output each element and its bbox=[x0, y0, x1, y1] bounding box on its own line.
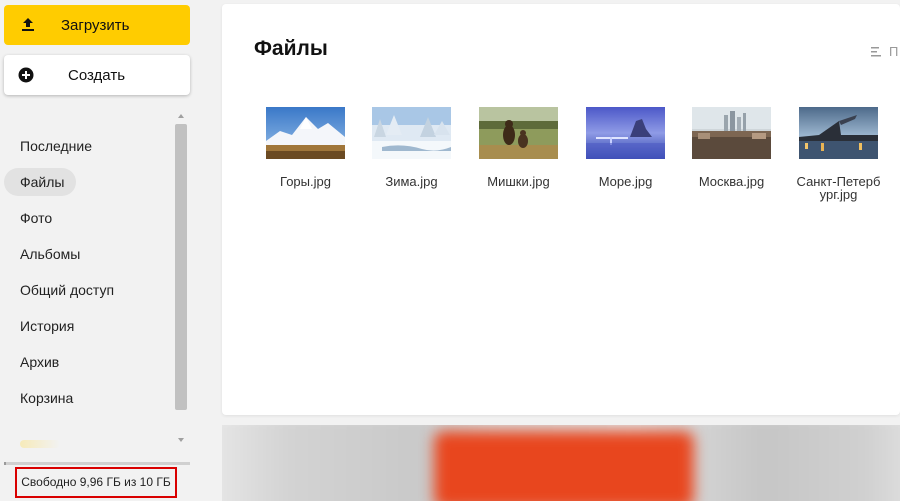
faded-promo-item bbox=[20, 440, 60, 448]
sidebar-item-history[interactable]: История bbox=[4, 312, 86, 340]
image-thumbnail bbox=[479, 107, 558, 159]
storage-progress-fill bbox=[4, 462, 6, 465]
image-thumbnail bbox=[799, 107, 878, 159]
sidebar-item-shared[interactable]: Общий доступ bbox=[4, 276, 126, 304]
banner-highlight bbox=[434, 431, 694, 501]
image-thumbnail bbox=[692, 107, 771, 159]
triangle-down-icon[interactable] bbox=[177, 436, 185, 444]
file-name: Зима.jpg bbox=[385, 174, 438, 189]
sidebar-item-trash[interactable]: Корзина bbox=[4, 384, 85, 412]
scrollbar-thumb[interactable] bbox=[175, 124, 187, 410]
sidebar-item-recent[interactable]: Последние bbox=[4, 132, 104, 160]
file-grid: Горы.jpg Зима.jpg Мишки.jpg Море.jpg Мос… bbox=[258, 107, 900, 217]
sort-label: П bbox=[889, 44, 899, 59]
file-name: Москва.jpg bbox=[698, 174, 765, 189]
file-name: Санкт-Петерб ург.jpg bbox=[796, 174, 881, 202]
create-button-label: Создать bbox=[68, 67, 126, 84]
image-thumbnail bbox=[586, 107, 665, 159]
storage-info[interactable]: Свободно 9,96 ГБ из 10 ГБ bbox=[15, 467, 177, 498]
file-name: Море.jpg bbox=[598, 174, 653, 189]
upload-icon bbox=[22, 18, 34, 31]
sidebar-item-files[interactable]: Файлы bbox=[4, 168, 77, 196]
files-panel: Файлы П Горы.jpg Зима.jpg Мишки.jpg Море… bbox=[222, 4, 900, 415]
promo-banner[interactable] bbox=[222, 425, 900, 501]
triangle-up-icon[interactable] bbox=[177, 112, 185, 120]
sort-control[interactable]: П bbox=[871, 44, 898, 59]
file-name: Мишки.jpg bbox=[487, 174, 550, 189]
image-thumbnail bbox=[266, 107, 345, 159]
sidebar-scrollbar[interactable] bbox=[174, 112, 188, 448]
sidebar-nav: Последние Файлы Фото Альбомы Общий досту… bbox=[4, 132, 174, 420]
storage-progress-bar bbox=[4, 462, 190, 465]
sidebar-item-photo[interactable]: Фото bbox=[4, 204, 64, 232]
upload-button[interactable]: Загрузить bbox=[4, 5, 190, 45]
sort-lines-icon bbox=[871, 46, 881, 56]
page-title: Файлы bbox=[254, 37, 328, 60]
plus-circle-icon bbox=[18, 67, 34, 83]
image-thumbnail bbox=[372, 107, 451, 159]
upload-button-label: Загрузить bbox=[61, 17, 130, 34]
create-button[interactable]: Создать bbox=[4, 55, 190, 95]
sidebar-item-archive[interactable]: Архив bbox=[4, 348, 71, 376]
sidebar: Загрузить Создать Последние Файлы Фото А… bbox=[0, 0, 196, 501]
sidebar-item-albums[interactable]: Альбомы bbox=[4, 240, 92, 268]
file-name: Горы.jpg bbox=[280, 174, 331, 189]
